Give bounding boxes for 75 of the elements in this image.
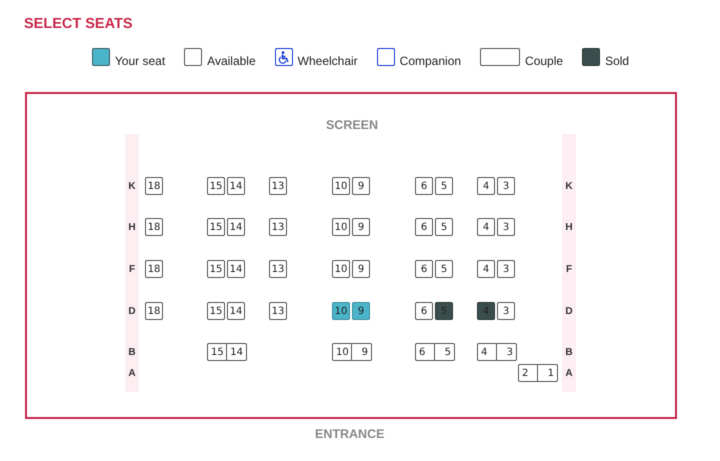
seat[interactable]: 14 xyxy=(227,218,245,236)
seat[interactable]: 18 xyxy=(145,218,163,236)
legend-label: Wheelchair xyxy=(298,54,358,68)
seat[interactable]: 18 xyxy=(145,260,163,278)
seat[interactable]: 14 xyxy=(227,302,245,320)
legend-label: Your seat xyxy=(114,54,166,68)
legend-label: Couple xyxy=(525,54,564,68)
seat[interactable]: 13 xyxy=(269,302,287,320)
seat[interactable]: 14 xyxy=(227,177,245,195)
seat[interactable]: 9 xyxy=(352,260,370,278)
available-seat-swatch xyxy=(184,48,202,66)
seat[interactable]: 9 xyxy=(352,302,370,320)
row-label: D xyxy=(128,306,136,316)
seat[interactable]: 3 xyxy=(497,177,515,195)
seat[interactable]: 3 xyxy=(497,302,515,320)
wheelchair-icon xyxy=(274,48,293,66)
row-label: H xyxy=(128,222,136,232)
seat[interactable]: 14 xyxy=(227,260,245,278)
legend-label: Available xyxy=(207,54,256,68)
couple-seat[interactable]: 14 xyxy=(227,343,247,361)
seat[interactable]: 6 xyxy=(415,218,433,236)
row-label: K xyxy=(565,180,573,192)
couple-seat[interactable]: 9 xyxy=(352,343,372,361)
legend-label: Companion xyxy=(400,54,462,68)
seat[interactable]: 18 xyxy=(145,302,163,320)
couple-seat[interactable]: 3 xyxy=(497,343,517,361)
seat[interactable]: 15 xyxy=(207,302,225,320)
seat[interactable]: 10 xyxy=(332,218,350,236)
seat[interactable]: 5 xyxy=(435,218,453,236)
seat[interactable]: 3 xyxy=(497,218,515,236)
couple-seat[interactable]: 2 xyxy=(518,364,538,382)
couple-seat[interactable]: 4 xyxy=(477,343,497,361)
sold-seat-swatch xyxy=(582,48,600,66)
seat[interactable]: 5 xyxy=(435,177,453,195)
row-label: D xyxy=(565,306,573,316)
couple-seat[interactable]: 10 xyxy=(332,343,352,361)
seat[interactable]: 6 xyxy=(415,260,433,278)
row-label: B xyxy=(128,346,136,358)
seat[interactable]: 6 xyxy=(415,302,433,320)
seat[interactable]: 9 xyxy=(352,177,370,195)
seat[interactable]: 9 xyxy=(352,218,370,236)
page-title: SELECT SEATS xyxy=(23,15,134,32)
row-label: F xyxy=(566,264,572,274)
row-label: B xyxy=(565,346,573,358)
couple-seat[interactable]: 5 xyxy=(435,343,455,361)
seat[interactable]: 6 xyxy=(415,177,433,195)
couple-seat[interactable]: 15 xyxy=(207,343,227,361)
seat[interactable]: 18 xyxy=(145,177,163,195)
your-seat-swatch xyxy=(92,48,110,66)
legend-label: Sold xyxy=(605,54,630,68)
seat[interactable]: 15 xyxy=(207,177,225,195)
entrance-label: ENTRANCE xyxy=(315,427,384,441)
row-label: A xyxy=(128,368,136,378)
couple-seat[interactable]: 1 xyxy=(538,364,558,382)
couple-seat-swatch xyxy=(480,48,520,66)
seat[interactable]: 10 xyxy=(332,302,350,320)
seat[interactable]: 4 xyxy=(477,177,495,195)
seat[interactable]: 13 xyxy=(269,218,287,236)
seat[interactable]: 4 xyxy=(477,218,495,236)
seat[interactable]: 10 xyxy=(332,177,350,195)
seat[interactable]: 10 xyxy=(332,260,350,278)
row-label: A xyxy=(565,368,573,378)
row-label: H xyxy=(565,222,573,232)
couple-seat[interactable]: 6 xyxy=(415,343,435,361)
seat[interactable]: 5 xyxy=(435,260,453,278)
seat[interactable]: 13 xyxy=(269,177,287,195)
seat[interactable]: 3 xyxy=(497,260,515,278)
seat[interactable]: 13 xyxy=(269,260,287,278)
seat[interactable]: 15 xyxy=(207,218,225,236)
screen-label: SCREEN xyxy=(324,118,380,132)
seat[interactable]: 4 xyxy=(477,260,495,278)
seat[interactable]: 15 xyxy=(207,260,225,278)
row-label: K xyxy=(128,180,136,192)
row-label: F xyxy=(128,264,136,274)
companion-seat-swatch xyxy=(376,48,395,66)
